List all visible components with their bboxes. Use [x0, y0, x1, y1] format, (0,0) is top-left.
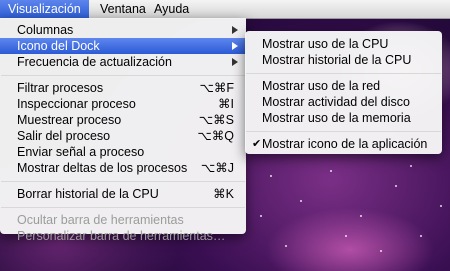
submenu-item-cpu-history[interactable]: Mostrar historial de la CPU — [245, 52, 442, 68]
menu-item-columns[interactable]: Columnas — [0, 22, 246, 38]
menu-item-inspect-process[interactable]: Inspeccionar proceso ⌘I — [0, 96, 246, 112]
menu-item-dock-icon[interactable]: Icono del Dock — [0, 38, 246, 54]
menu-item-hide-toolbar: Ocultar barra de herramientas — [17, 213, 184, 227]
menu-ventana[interactable]: Ventana — [92, 0, 154, 18]
menu-separator — [1, 75, 245, 76]
menu-item-clear-cpu-history[interactable]: Borrar historial de la CPU ⌘K — [0, 186, 246, 202]
menu-separator — [246, 131, 441, 132]
menu-item-quit-process[interactable]: Salir del proceso ⌥⌘Q — [0, 128, 246, 144]
menu-item-send-signal[interactable]: Enviar señal a proceso — [0, 144, 246, 160]
menu-ayuda[interactable]: Ayuda — [146, 0, 197, 18]
menu-separator — [246, 73, 441, 74]
view-menu: Columnas Icono del Dock Frecuencia de ac… — [0, 18, 246, 243]
submenu-arrow-icon — [232, 42, 238, 50]
submenu-item-disk-activity[interactable]: Mostrar actividad del disco — [245, 94, 442, 110]
submenu-item-memory-usage[interactable]: Mostrar uso de la memoria — [245, 110, 442, 126]
menu-item-refresh-rate[interactable]: Frecuencia de actualización — [0, 54, 246, 70]
submenu-arrow-icon — [232, 58, 238, 66]
menu-separator — [1, 181, 245, 182]
menu-separator — [1, 207, 245, 208]
menu-bar: Visualización Ventana Ayuda — [0, 0, 450, 19]
checkmark-icon: ✔ — [252, 138, 262, 150]
submenu-item-app-icon[interactable]: ✔ Mostrar icono de la aplicación — [245, 136, 442, 152]
menu-item-customize-toolbar: Personalizar barra de herramientas… — [17, 229, 226, 243]
menu-item-filter-processes[interactable]: Filtrar procesos ⌥⌘F — [0, 80, 246, 96]
menu-item-sample-process[interactable]: Muestrear proceso ⌥⌘S — [0, 112, 246, 128]
menu-item-show-deltas[interactable]: Mostrar deltas de los procesos ⌥⌘J — [0, 160, 246, 176]
submenu-arrow-icon — [232, 26, 238, 34]
menu-visualizacion[interactable]: Visualización — [0, 0, 89, 18]
submenu-item-cpu-usage[interactable]: Mostrar uso de la CPU — [245, 36, 442, 52]
dock-icon-submenu: Mostrar uso de la CPU Mostrar historial … — [245, 31, 442, 154]
submenu-item-network-usage[interactable]: Mostrar uso de la red — [245, 78, 442, 94]
